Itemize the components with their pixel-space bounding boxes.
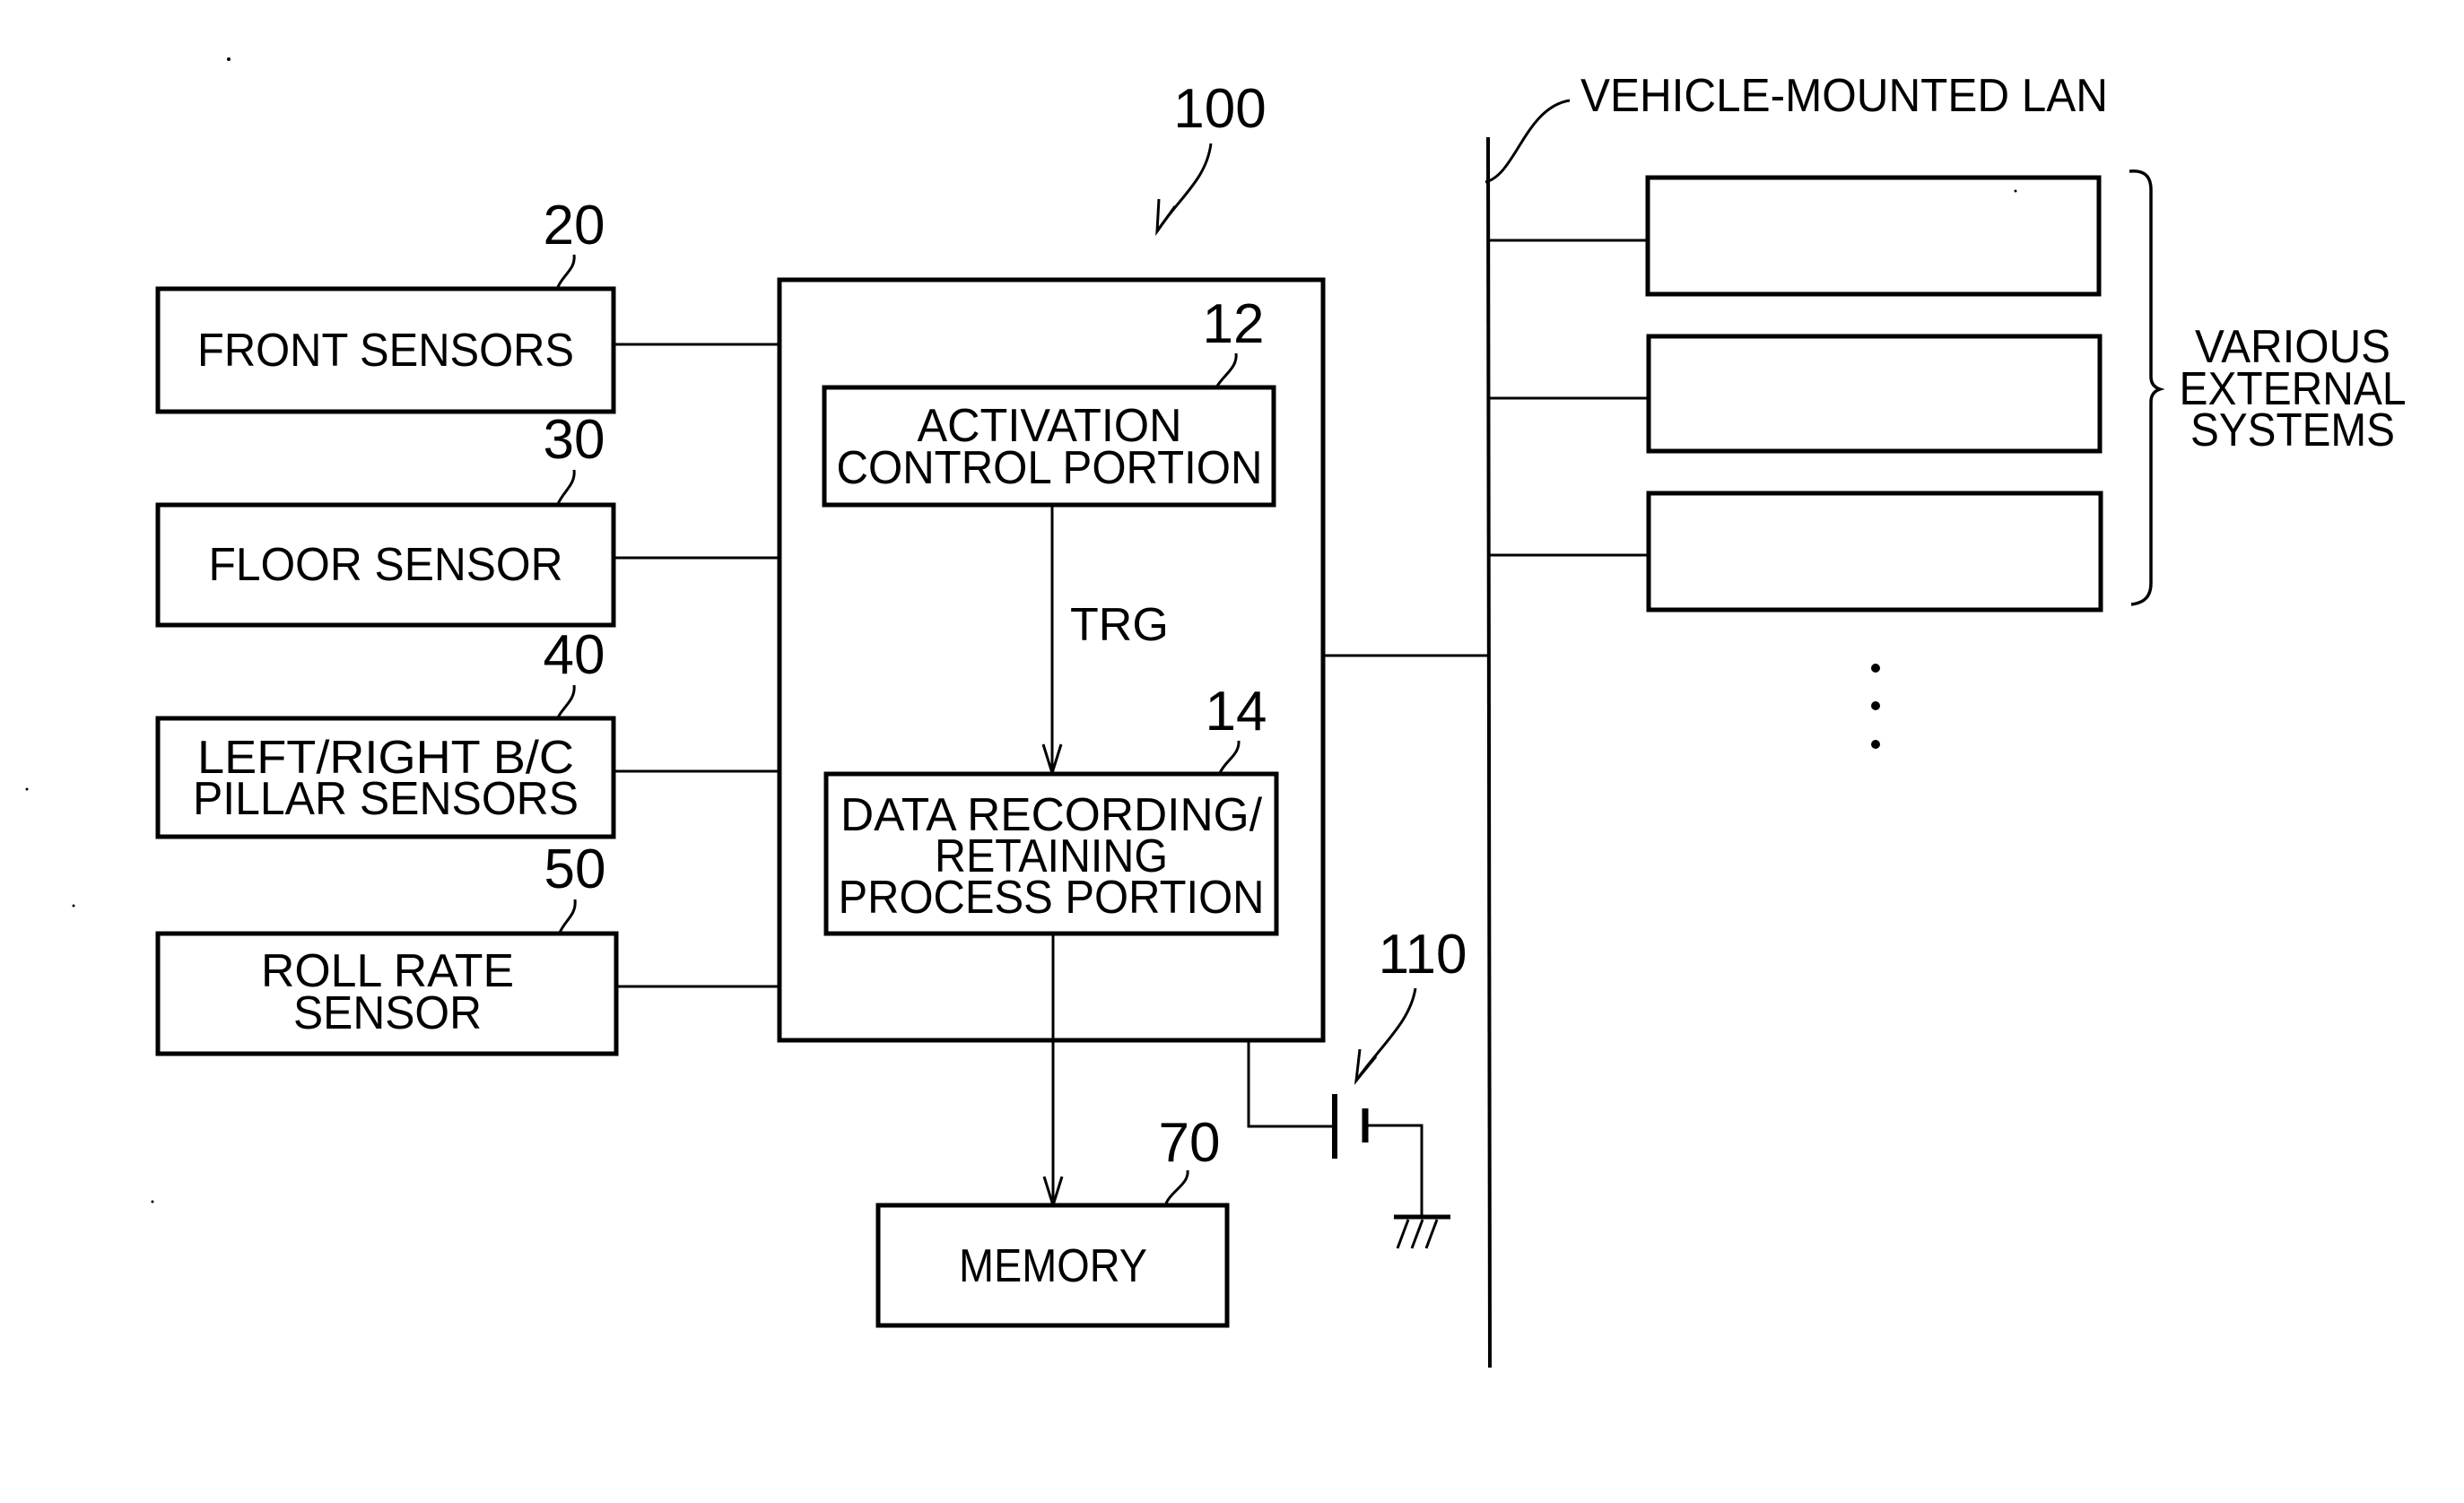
- memory-leader: [1164, 1169, 1189, 1204]
- data-recording-label-line3: PROCESS PORTION: [839, 872, 1265, 924]
- sensor-pillar: LEFT/RIGHT B/C PILLAR SENSORS 40: [155, 624, 779, 839]
- battery-ground-wire: [1365, 1124, 1424, 1217]
- block-diagram: FRONT SENSORS 20 FLOOR SENSOR 30 LEFT/RI…: [25, 57, 2407, 1368]
- data-recording-ref: 14: [1206, 681, 1267, 743]
- battery-positive-wire: [1247, 1040, 1335, 1128]
- sensor-floor-ref: 30: [544, 409, 605, 471]
- sensor-floor-label: FLOOR SENSOR: [209, 539, 563, 591]
- control-unit-ref-arrowhead: [1155, 198, 1177, 237]
- sensor-floor: FLOOR SENSOR 30: [155, 409, 779, 628]
- external-system-3-box: [1646, 491, 2103, 612]
- battery-ref-arrowhead: [1354, 1048, 1378, 1085]
- sensor-front-label: FRONT SENSORS: [197, 325, 574, 377]
- sensor-pillar-leader: [556, 684, 576, 718]
- lan-bus-line: [1486, 136, 1492, 1368]
- lan-leader: [1484, 99, 1571, 184]
- activation-control-ref: 12: [1203, 293, 1265, 355]
- battery-ref: 110: [1379, 924, 1467, 986]
- sensor-roll-rate-ref: 50: [544, 838, 606, 900]
- ground-icon: [1394, 1214, 1450, 1249]
- external-systems-brace: [2129, 169, 2165, 606]
- activation-control-label-line2: CONTROL PORTION: [837, 442, 1263, 494]
- sensor-roll-rate-label-line2: SENSOR: [293, 987, 482, 1039]
- battery-ref-arrow: [1354, 987, 1417, 1082]
- sensor-floor-leader: [556, 469, 576, 505]
- sensor-front: FRONT SENSORS 20: [155, 195, 779, 414]
- sensor-roll-rate: ROLL RATE SENSOR 50: [155, 838, 779, 1056]
- external-system-1-box: [1645, 175, 2102, 297]
- sensor-front-ref: 20: [544, 195, 605, 256]
- lan-label: VEHICLE-MOUNTED LAN: [1580, 70, 2108, 122]
- external-systems-label-line3: SYSTEMS: [2190, 404, 2395, 456]
- sensor-front-leader: [556, 254, 576, 288]
- sensor-pillar-label-line2: PILLAR SENSORS: [193, 773, 579, 825]
- memory-ref: 70: [1159, 1112, 1221, 1174]
- control-unit-ref: 100: [1173, 78, 1266, 140]
- external-systems: VARIOUS EXTERNAL SYSTEMS: [1488, 169, 2407, 749]
- sensor-roll-rate-leader: [558, 899, 577, 934]
- trg-label: TRG: [1070, 599, 1169, 651]
- sensor-pillar-ref: 40: [544, 624, 605, 686]
- memory-label: MEMORY: [959, 1240, 1147, 1292]
- more-systems-ellipsis-icon: [1871, 664, 1880, 749]
- external-system-2-box: [1646, 334, 2103, 454]
